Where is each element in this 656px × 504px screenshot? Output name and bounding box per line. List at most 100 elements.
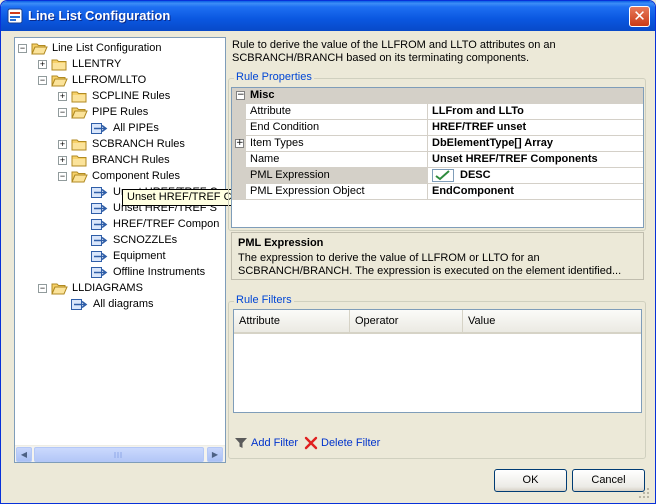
property-row[interactable]: + Item Types DbElementType[] Array bbox=[232, 136, 643, 152]
rule-icon bbox=[91, 218, 113, 230]
expand-icon[interactable]: + bbox=[58, 139, 67, 149]
help-text-line: The expression to derive the value of LL… bbox=[238, 252, 540, 264]
dialog-body: − Line List Configuration + LLENTRY − LLFROM/… bbox=[4, 31, 652, 501]
tree-viewport: − Line List Configuration + LLENTRY − LLFROM/… bbox=[15, 38, 225, 444]
expand-icon[interactable]: + bbox=[58, 91, 67, 101]
folder-open-icon bbox=[71, 106, 92, 119]
tree-node[interactable]: − Component Rules bbox=[58, 168, 180, 184]
tree-node[interactable]: + SCPLINE Rules bbox=[58, 88, 170, 104]
folder-icon bbox=[71, 90, 92, 103]
folder-open-icon bbox=[71, 170, 92, 183]
collapse-icon[interactable]: − bbox=[58, 171, 67, 181]
resize-grip-icon[interactable] bbox=[638, 487, 650, 499]
tree-node[interactable]: − LLFROM/LLTO bbox=[38, 72, 146, 88]
collapse-icon[interactable]: − bbox=[38, 75, 47, 85]
property-name: PML Expression bbox=[246, 168, 428, 183]
tree-node-label: All PIPEs bbox=[113, 122, 159, 135]
collapse-icon[interactable]: − bbox=[58, 107, 67, 117]
category-label: Misc bbox=[250, 89, 275, 101]
scroll-thumb[interactable] bbox=[34, 447, 204, 462]
property-value-text: HREF/TREF unset bbox=[432, 121, 527, 133]
add-filter-label: Add Filter bbox=[251, 437, 299, 449]
tree-node-label: BRANCH Rules bbox=[92, 154, 170, 167]
tree-node[interactable]: + SCBRANCH Rules bbox=[58, 136, 185, 152]
scroll-right-icon: ▶ bbox=[211, 450, 219, 459]
tree-node-label: Line List Configuration bbox=[52, 42, 162, 55]
property-value[interactable]: LLFrom and LLTo bbox=[429, 104, 643, 119]
tree-node-label: SCNOZZLEs bbox=[113, 234, 178, 247]
rule-icon bbox=[91, 266, 113, 278]
property-name: Name bbox=[246, 152, 428, 167]
tree-node-label: All diagrams bbox=[93, 298, 154, 311]
tree-node[interactable]: − Line List Configuration bbox=[18, 40, 161, 56]
tree-node[interactable]: − PIPE Rules bbox=[58, 104, 148, 120]
rule-icon bbox=[91, 234, 113, 246]
dialog-window: Line List Configuration ✕ − Line List Con… bbox=[0, 0, 656, 504]
property-help-panel: PML Expression The expression to derive … bbox=[231, 232, 644, 280]
delete-icon bbox=[304, 436, 318, 450]
property-row[interactable]: PML Expression DESC bbox=[232, 168, 643, 184]
property-row[interactable]: End Condition HREF/TREF unset bbox=[232, 120, 643, 136]
tree-node[interactable]: Offline Instruments bbox=[78, 264, 205, 280]
tree-node[interactable]: HREF/TREF Compon bbox=[78, 216, 219, 232]
expand-icon[interactable]: + bbox=[38, 59, 47, 69]
tree-node[interactable]: Equipment bbox=[78, 248, 166, 264]
property-value-text: DESC bbox=[460, 169, 491, 181]
column-value[interactable]: Value bbox=[463, 310, 641, 332]
tree-node[interactable]: − LLDIAGRAMS bbox=[38, 280, 143, 296]
close-button[interactable]: ✕ bbox=[629, 6, 650, 27]
scroll-left-button[interactable]: ◀ bbox=[16, 447, 32, 462]
property-value[interactable]: EndComponent bbox=[429, 184, 643, 199]
property-category-misc[interactable]: − Misc bbox=[232, 88, 643, 104]
help-text: The expression to derive the value of LL… bbox=[238, 252, 638, 278]
property-row[interactable]: PML Expression Object EndComponent bbox=[232, 184, 643, 200]
collapse-icon[interactable]: − bbox=[38, 283, 47, 293]
rule-icon bbox=[91, 186, 113, 198]
rule-icon bbox=[71, 298, 93, 310]
expand-icon[interactable]: + bbox=[235, 139, 244, 148]
property-value[interactable]: DbElementType[] Array bbox=[429, 136, 643, 151]
filters-list[interactable]: Attribute Operator Value bbox=[233, 309, 642, 413]
tree-node[interactable]: SCNOZZLEs bbox=[78, 232, 177, 248]
property-row[interactable]: Attribute LLFrom and LLTo bbox=[232, 104, 643, 120]
add-filter-button[interactable]: Add Filter bbox=[234, 435, 298, 451]
collapse-icon[interactable]: − bbox=[236, 91, 245, 100]
title-bar[interactable]: Line List Configuration ✕ bbox=[1, 1, 655, 31]
ok-button[interactable]: OK bbox=[494, 469, 567, 492]
check-icon bbox=[432, 168, 454, 182]
column-attribute[interactable]: Attribute bbox=[234, 310, 350, 332]
tree-node[interactable]: All diagrams bbox=[58, 296, 154, 312]
app-icon bbox=[7, 8, 23, 24]
property-grid[interactable]: − Misc Attribute LLFrom and LLTo End Condi… bbox=[231, 87, 644, 228]
rule-filters-title: Rule Filters bbox=[234, 294, 294, 306]
property-value[interactable]: DESC bbox=[429, 168, 643, 183]
rule-tree[interactable]: − Line List Configuration + LLENTRY − LLFROM/… bbox=[14, 37, 291, 463]
scroll-right-button[interactable]: ▶ bbox=[207, 447, 223, 462]
tree-node-label: SCBRANCH Rules bbox=[92, 138, 185, 151]
help-title: PML Expression bbox=[238, 237, 324, 249]
collapse-icon[interactable]: − bbox=[18, 43, 27, 53]
expand-icon[interactable]: + bbox=[58, 155, 67, 165]
tree-horizontal-scrollbar[interactable]: ◀ ▶ bbox=[15, 445, 225, 462]
property-value-text: Unset HREF/TREF Components bbox=[432, 153, 598, 165]
property-value-text: EndComponent bbox=[432, 185, 514, 197]
close-icon: ✕ bbox=[633, 7, 646, 25]
tree-node[interactable]: All PIPEs bbox=[78, 120, 159, 136]
property-value[interactable]: HREF/TREF unset bbox=[429, 120, 643, 135]
property-name: Item Types bbox=[246, 136, 428, 151]
property-row[interactable]: Name Unset HREF/TREF Components bbox=[232, 152, 643, 168]
folder-open-icon bbox=[51, 74, 72, 87]
property-value[interactable]: Unset HREF/TREF Components bbox=[429, 152, 643, 167]
tree-node-label: PIPE Rules bbox=[92, 106, 149, 119]
tree-node-label: Equipment bbox=[113, 250, 166, 263]
column-operator[interactable]: Operator bbox=[350, 310, 463, 332]
delete-filter-button[interactable]: Delete Filter bbox=[304, 435, 380, 451]
filter-icon bbox=[235, 438, 247, 449]
tree-node[interactable]: + LLENTRY bbox=[38, 56, 121, 72]
cancel-button[interactable]: Cancel bbox=[572, 469, 645, 492]
folder-icon bbox=[71, 138, 92, 151]
row-gutter bbox=[232, 104, 246, 120]
folder-icon bbox=[71, 154, 92, 167]
tree-node[interactable]: + BRANCH Rules bbox=[58, 152, 170, 168]
rule-properties-title: Rule Properties bbox=[234, 71, 314, 83]
